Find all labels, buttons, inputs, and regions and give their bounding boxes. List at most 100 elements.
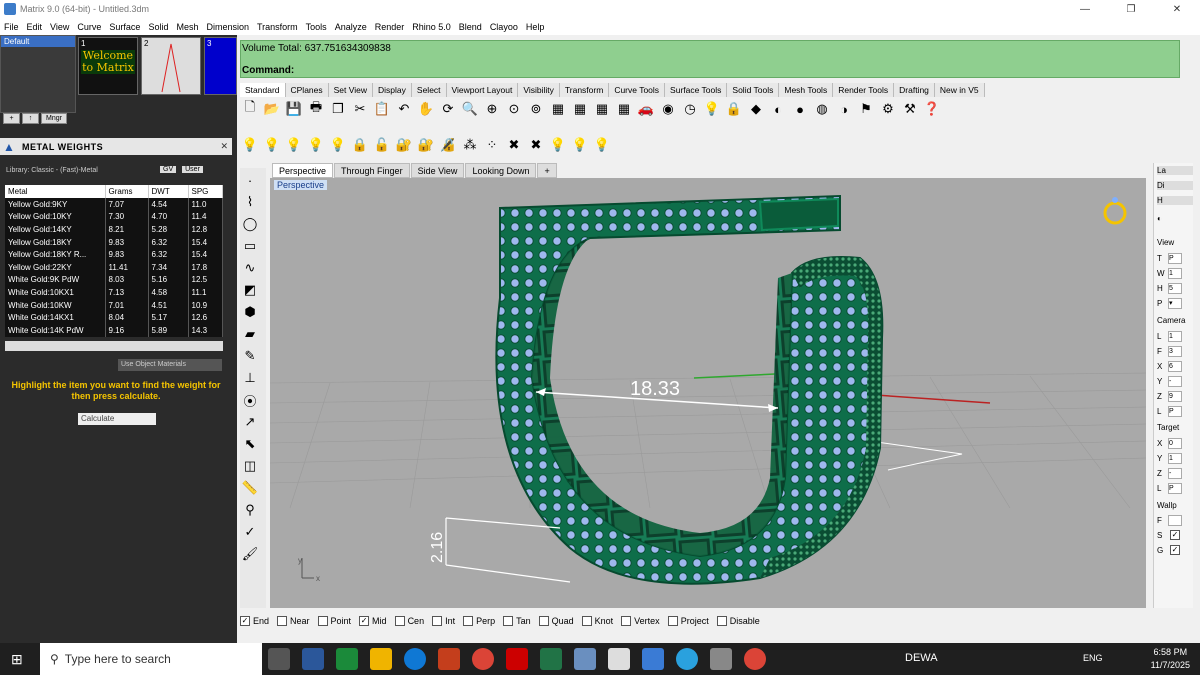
- bulb-on-icon[interactable]: 💡: [262, 135, 282, 155]
- tab-display[interactable]: Display: [373, 83, 412, 97]
- zoom-selected-icon[interactable]: ⊚: [526, 99, 546, 119]
- color-wheel-icon-2[interactable]: ◐: [1157, 214, 1162, 223]
- osnap-disable[interactable]: Disable: [716, 616, 760, 626]
- bulb-all-icon[interactable]: 💡: [328, 135, 348, 155]
- zoom-icon[interactable]: 🔍: [460, 99, 480, 119]
- help-icon[interactable]: ❓: [922, 99, 942, 119]
- layer-manager-button[interactable]: Mngr: [41, 113, 67, 124]
- delete-pts-icon[interactable]: ✖: [526, 135, 546, 155]
- eye-icon[interactable]: ◉: [658, 99, 678, 119]
- osnap-checkbox[interactable]: [621, 616, 632, 626]
- copy-icon[interactable]: ❐: [328, 99, 348, 119]
- user-toggle[interactable]: User: [182, 166, 203, 173]
- tgt-row-field[interactable]: -: [1168, 468, 1182, 479]
- dewa-label[interactable]: DEWA: [905, 652, 938, 664]
- analyze-icon[interactable]: ⚲: [240, 500, 260, 520]
- menu-transform[interactable]: Transform: [253, 22, 302, 32]
- cam-row-field[interactable]: 3: [1168, 346, 1182, 357]
- cam-row-field[interactable]: P: [1168, 406, 1182, 417]
- tgt-row-field[interactable]: P: [1168, 483, 1182, 494]
- grid-icon[interactable]: ▦: [570, 99, 590, 119]
- osnap-tan[interactable]: Tan: [503, 616, 531, 626]
- options-icon[interactable]: ⚒: [900, 99, 920, 119]
- table-row[interactable]: Yellow Gold:18KY 9.83 6.32 15.4: [5, 235, 223, 249]
- add-layer-button[interactable]: +: [3, 113, 20, 124]
- app-sw-icon[interactable]: [506, 648, 528, 670]
- render2-icon[interactable]: ◑: [834, 99, 854, 119]
- table-row[interactable]: Yellow Gold:10KY 7.30 4.70 11.4: [5, 210, 223, 224]
- menu-mesh[interactable]: Mesh: [172, 22, 202, 32]
- save-icon[interactable]: 💾: [284, 99, 304, 119]
- open-icon[interactable]: 📂: [262, 99, 282, 119]
- paste-icon[interactable]: 📋: [372, 99, 392, 119]
- zoom-window-icon[interactable]: ⊙: [504, 99, 524, 119]
- bulb-off-icon[interactable]: 💡: [240, 135, 260, 155]
- osnap-int[interactable]: Int: [432, 616, 455, 626]
- tab-transform[interactable]: Transform: [559, 83, 610, 97]
- layout-icon[interactable]: ▦: [548, 99, 568, 119]
- view-w-field[interactable]: 1: [1168, 268, 1182, 279]
- osnap-project[interactable]: Project: [667, 616, 709, 626]
- close-panel-icon[interactable]: ✕: [220, 141, 228, 152]
- ruler-icon[interactable]: 📏: [240, 478, 260, 498]
- render-icon[interactable]: ◍: [812, 99, 832, 119]
- osnap-checkbox[interactable]: [581, 616, 592, 626]
- point-icon[interactable]: ·: [240, 170, 260, 190]
- ring-gizmo-icon[interactable]: [1103, 197, 1127, 225]
- curve-icon[interactable]: ∿: [240, 258, 260, 278]
- osnap-checkbox[interactable]: [317, 616, 328, 626]
- solid-icon[interactable]: ⬢: [240, 302, 260, 322]
- cam-row-field[interactable]: 6: [1168, 361, 1182, 372]
- tab-visibility[interactable]: Visibility: [518, 83, 560, 97]
- table-row[interactable]: White Gold:14KX1 8.04 5.17 12.6: [5, 311, 223, 324]
- app-icon-3[interactable]: [608, 648, 630, 670]
- view-p-dropdown[interactable]: ▾: [1168, 298, 1182, 309]
- check-icon[interactable]: ✓: [240, 522, 260, 542]
- tab-select[interactable]: Select: [411, 83, 447, 97]
- windows-start-icon[interactable]: ⊞: [11, 651, 23, 668]
- tab-curve-tools[interactable]: Curve Tools: [609, 83, 666, 97]
- pts-off-icon[interactable]: ⁘: [482, 135, 502, 155]
- osnap-checkbox[interactable]: ✓: [359, 616, 370, 626]
- chrome-icon[interactable]: [472, 648, 494, 670]
- table-scrollbar[interactable]: [5, 341, 223, 351]
- surface-icon[interactable]: ◩: [240, 280, 260, 300]
- menu-dimension[interactable]: Dimension: [202, 22, 253, 32]
- menu-help[interactable]: Help: [522, 22, 549, 32]
- menu-tools[interactable]: Tools: [302, 22, 331, 32]
- osnap-point[interactable]: Point: [317, 616, 351, 626]
- cam-row-field[interactable]: 9: [1168, 391, 1182, 402]
- table-row[interactable]: Yellow Gold:14KY 8.21 5.28 12.8: [5, 223, 223, 236]
- zoom-extents-icon[interactable]: ⊕: [482, 99, 502, 119]
- menu-rhino-5-0[interactable]: Rhino 5.0: [408, 22, 455, 32]
- lock-select-icon[interactable]: 🔐: [416, 135, 436, 155]
- rectangle-icon[interactable]: ▭: [240, 236, 260, 256]
- osnap-checkbox[interactable]: [432, 616, 443, 626]
- grid3-icon[interactable]: ▦: [614, 99, 634, 119]
- calculate-button[interactable]: Calculate: [78, 413, 156, 425]
- app-icon-5[interactable]: [710, 648, 732, 670]
- gv-toggle[interactable]: GV: [160, 166, 177, 173]
- osnap-checkbox[interactable]: [538, 616, 549, 626]
- cam-row-field[interactable]: 1: [1168, 331, 1182, 342]
- table-row[interactable]: Yellow Gold:18KY R... 9.83 6.32 15.4: [5, 248, 223, 261]
- tab-display[interactable]: Di: [1157, 181, 1193, 190]
- table-row[interactable]: White Gold:14K PdW 9.16 5.89 14.3: [5, 323, 223, 337]
- word-icon[interactable]: [302, 648, 324, 670]
- command-area[interactable]: Volume Total: 637.751634309838 Command:: [240, 40, 1180, 78]
- view-h-field[interactable]: 5: [1168, 283, 1182, 294]
- layer-default[interactable]: Default: [1, 36, 75, 47]
- dimension-icon[interactable]: ⊥: [240, 368, 260, 388]
- new-icon[interactable]: 🗋: [240, 99, 260, 119]
- pts-on-icon[interactable]: ⁂: [460, 135, 480, 155]
- menu-file[interactable]: File: [0, 22, 23, 32]
- cam-row-field[interactable]: -: [1168, 376, 1182, 387]
- move-icon[interactable]: ↗: [240, 412, 260, 432]
- layer-up-button[interactable]: ↑: [22, 113, 39, 124]
- lock-all-icon[interactable]: 🔏: [438, 135, 458, 155]
- language-label[interactable]: ENG: [1083, 653, 1103, 663]
- print-icon[interactable]: 🖶: [306, 99, 326, 119]
- column-header[interactable]: SPG: [188, 185, 223, 198]
- grid2-icon[interactable]: ▦: [592, 99, 612, 119]
- edge-icon[interactable]: [404, 648, 426, 670]
